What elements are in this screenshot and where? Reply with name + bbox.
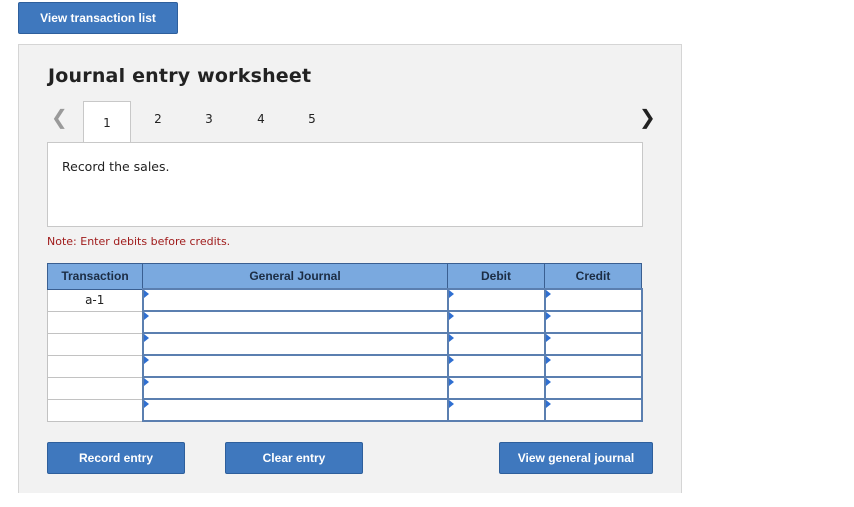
tab-5[interactable]: 5	[288, 101, 336, 137]
prompt-box: Record the sales.	[47, 142, 643, 227]
account-input[interactable]	[141, 332, 449, 356]
header-transaction: Transaction	[47, 263, 143, 290]
header-debit: Debit	[447, 263, 545, 290]
tab-2[interactable]: 2	[134, 101, 182, 137]
credit-input[interactable]	[543, 398, 643, 422]
table-row: a-1	[47, 288, 643, 312]
credit-input[interactable]	[543, 310, 643, 334]
credit-input[interactable]	[543, 354, 643, 378]
transaction-cell	[47, 398, 143, 422]
credit-input[interactable]	[543, 332, 643, 356]
prompt-text: Record the sales.	[62, 159, 170, 174]
transaction-cell	[47, 354, 143, 378]
table-row	[47, 376, 643, 400]
credit-input[interactable]	[543, 288, 643, 312]
header-credit: Credit	[544, 263, 642, 290]
debit-input[interactable]	[446, 310, 546, 334]
journal-entry-panel: Journal entry worksheet ❮ 1 2 3 4 5 ❯ Re…	[18, 44, 682, 493]
table-row	[47, 332, 643, 356]
tab-4[interactable]: 4	[237, 101, 285, 137]
table-header-row: Transaction General Journal Debit Credit	[47, 263, 642, 290]
clear-entry-button[interactable]: Clear entry	[225, 442, 363, 474]
account-input[interactable]	[141, 398, 449, 422]
debit-input[interactable]	[446, 376, 546, 400]
account-input[interactable]	[141, 310, 449, 334]
chevron-left-icon[interactable]: ❮	[51, 105, 68, 130]
view-transaction-list-button[interactable]: View transaction list	[18, 2, 178, 34]
worksheet-title: Journal entry worksheet	[48, 65, 312, 87]
debit-input[interactable]	[446, 354, 546, 378]
tab-1[interactable]: 1	[83, 101, 131, 143]
account-input[interactable]	[141, 288, 449, 312]
account-input[interactable]	[141, 376, 449, 400]
view-general-journal-button[interactable]: View general journal	[499, 442, 653, 474]
chevron-right-icon[interactable]: ❯	[639, 105, 656, 130]
record-entry-button[interactable]: Record entry	[47, 442, 185, 474]
header-general-journal: General Journal	[142, 263, 448, 290]
debit-input[interactable]	[446, 288, 546, 312]
debit-input[interactable]	[446, 398, 546, 422]
table-row	[47, 398, 643, 422]
credit-input[interactable]	[543, 376, 643, 400]
tab-3[interactable]: 3	[185, 101, 233, 137]
debit-input[interactable]	[446, 332, 546, 356]
table-row	[47, 310, 643, 334]
note-text: Note: Enter debits before credits.	[47, 235, 231, 248]
transaction-cell: a-1	[47, 288, 143, 312]
transaction-cell	[47, 332, 143, 356]
transaction-cell	[47, 310, 143, 334]
account-input[interactable]	[141, 354, 449, 378]
journal-table: Transaction General Journal Debit Credit…	[47, 263, 643, 422]
transaction-cell	[47, 376, 143, 400]
table-row	[47, 354, 643, 378]
